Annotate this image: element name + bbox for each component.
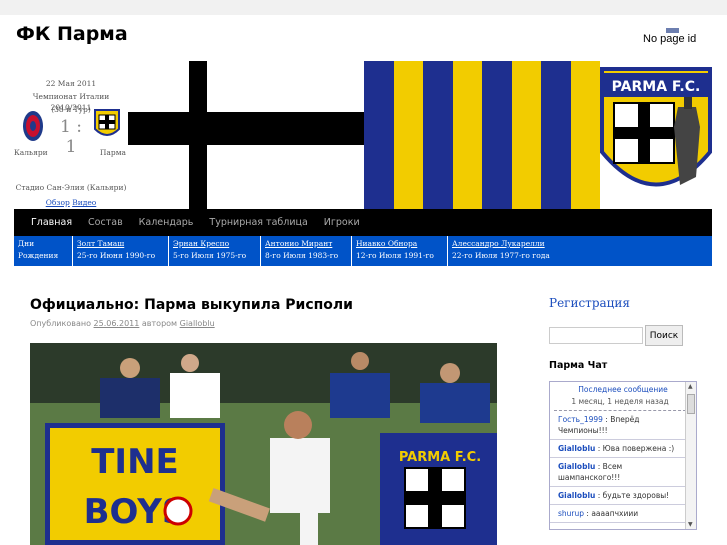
scroll-down-icon[interactable]: ▼ (688, 521, 693, 528)
match-links: Обзор Видео (14, 197, 128, 208)
away-team: Парма (99, 148, 126, 157)
birthday-name[interactable]: Ниавко Обнора (356, 238, 444, 250)
chat-user[interactable]: Gialloblu (558, 491, 595, 500)
banner-cross-horizontal (128, 112, 364, 145)
birthday-name[interactable]: Алессандро Лукарелли (452, 238, 619, 250)
birthday-item: Ниавко Обнора 12-го Июля 1991-го года (351, 236, 447, 272)
cagliari-crest-icon[interactable] (22, 109, 44, 143)
banner-cross-vertical (189, 61, 207, 209)
parma-fc-crest-icon: PARMA F.C. (600, 67, 712, 187)
photo-banner-text-1: TINE (91, 442, 179, 482)
post-author-link[interactable]: Gialloblu (180, 319, 215, 328)
nav-players[interactable]: Игроки (316, 209, 368, 236)
post-date-link[interactable]: 25.06.2011 (94, 319, 140, 328)
ad-placeholder: No page id (643, 28, 703, 50)
chat-last-time: 1 месяц, 1 неделя назад (554, 396, 686, 411)
post-meta: Опубликовано 25.06.2011 автором Giallobl… (30, 319, 215, 328)
banner-stripes (364, 61, 600, 209)
birthday-date: 5-го Июля 1975-го года (173, 251, 247, 272)
birthday-item: Антонио Мирант 8-го Июля 1983-го года (260, 236, 351, 272)
birthday-date: 8-го Июля 1983-го года (265, 251, 339, 272)
chat-text: аааапчхиии (591, 509, 639, 518)
match-widget: 22 Мая 2011 Чемпионат Италии 2010/2011 (… (14, 61, 128, 209)
photo-banner-text-3: PARMA F.C. (399, 450, 481, 465)
nav-table[interactable]: Турнирная таблица (201, 209, 315, 236)
birthday-name[interactable]: Эрнан Креспо (173, 238, 257, 250)
chat-last-label: Последнее сообщение (578, 385, 668, 394)
birthday-name[interactable]: Золт Тамаш (77, 238, 165, 250)
ad-text: No page id (643, 33, 697, 45)
chat-user[interactable]: Gialloblu (558, 444, 595, 453)
scroll-thumb[interactable] (687, 394, 695, 414)
header-banner: PARMA F.C. (128, 61, 712, 209)
meta-prefix: Опубликовано (30, 319, 91, 328)
chat-message: Gialloblu : будьте здоровы! (550, 487, 696, 505)
chat-message: Gialloblu : Всем шампанского!!! (550, 458, 696, 487)
chat-scrollbar[interactable]: ▲ ▼ (685, 382, 696, 529)
match-stadium: Стадио Сан-Элия (Кальяри) (15, 183, 127, 192)
birthday-name[interactable]: Антонио Мирант (265, 238, 348, 250)
chat-box: Последнее сообщение 1 месяц, 1 неделя на… (549, 381, 697, 530)
chat-title: Парма Чат (549, 360, 608, 371)
chat-message: Gialloblu : Юва повержена :) (550, 440, 696, 458)
chat-user[interactable]: shurup (558, 509, 584, 518)
birthday-item: Алессандро Лукарелли 22-го Июля 1977-го … (447, 236, 622, 266)
birthday-item: Эрнан Креспо 5-го Июля 1975-го года (168, 236, 260, 272)
post-photo: TINE BOYS PARMA F.C. (30, 343, 497, 545)
birthday-item: Золт Тамаш 25-го Июня 1990-го года (72, 236, 168, 272)
site-title[interactable]: ФК Парма (16, 23, 128, 45)
nav-home[interactable]: Главная (14, 209, 80, 236)
crest-text: PARMA F.C. (612, 79, 701, 95)
birthdays-header: Дни Рождения (14, 236, 72, 266)
meta-author-prefix: автором (141, 319, 178, 328)
post-title[interactable]: Официально: Парма выкупила Рисполи (30, 297, 353, 313)
birthdays-bar: Дни Рождения Золт Тамаш 25-го Июня 1990-… (14, 236, 712, 272)
match-score: 1 : 1 (60, 117, 82, 157)
nav-squad[interactable]: Состав (80, 209, 131, 236)
register-link[interactable]: Регистрация (549, 296, 630, 310)
chat-message: Гость_1999 : Вперёд Чемпионы!!! (550, 411, 696, 440)
birthdays-label-1: Дни (18, 239, 35, 248)
chat-user[interactable]: Гость_1999 (558, 415, 603, 424)
birthday-date: 25-го Июня 1990-го года (77, 251, 156, 272)
nav-calendar[interactable]: Календарь (131, 209, 202, 236)
video-link[interactable]: Видео (72, 198, 96, 207)
chat-message: shurup : аааапчхиии (550, 505, 696, 523)
search-input[interactable] (549, 327, 643, 344)
main-nav: Главная Состав Календарь Турнирная табли… (14, 209, 712, 236)
match-date: 22 Мая 2011 (45, 79, 97, 88)
birthdays-label-2: Рождения (18, 251, 59, 260)
chat-text: Юва повержена :) (602, 444, 675, 453)
review-link[interactable]: Обзор (46, 198, 70, 207)
scroll-up-icon[interactable]: ▲ (688, 383, 693, 390)
birthday-date: 12-го Июля 1991-го года (356, 251, 434, 272)
birthday-date: 22-го Июля 1977-го года (452, 251, 550, 260)
home-team: Кальяри (14, 148, 48, 157)
chat-text: будьте здоровы! (602, 491, 670, 500)
search-button[interactable]: Поиск (645, 325, 683, 346)
parma-crest-icon[interactable] (94, 109, 120, 141)
chat-user[interactable]: Gialloblu (558, 462, 595, 471)
